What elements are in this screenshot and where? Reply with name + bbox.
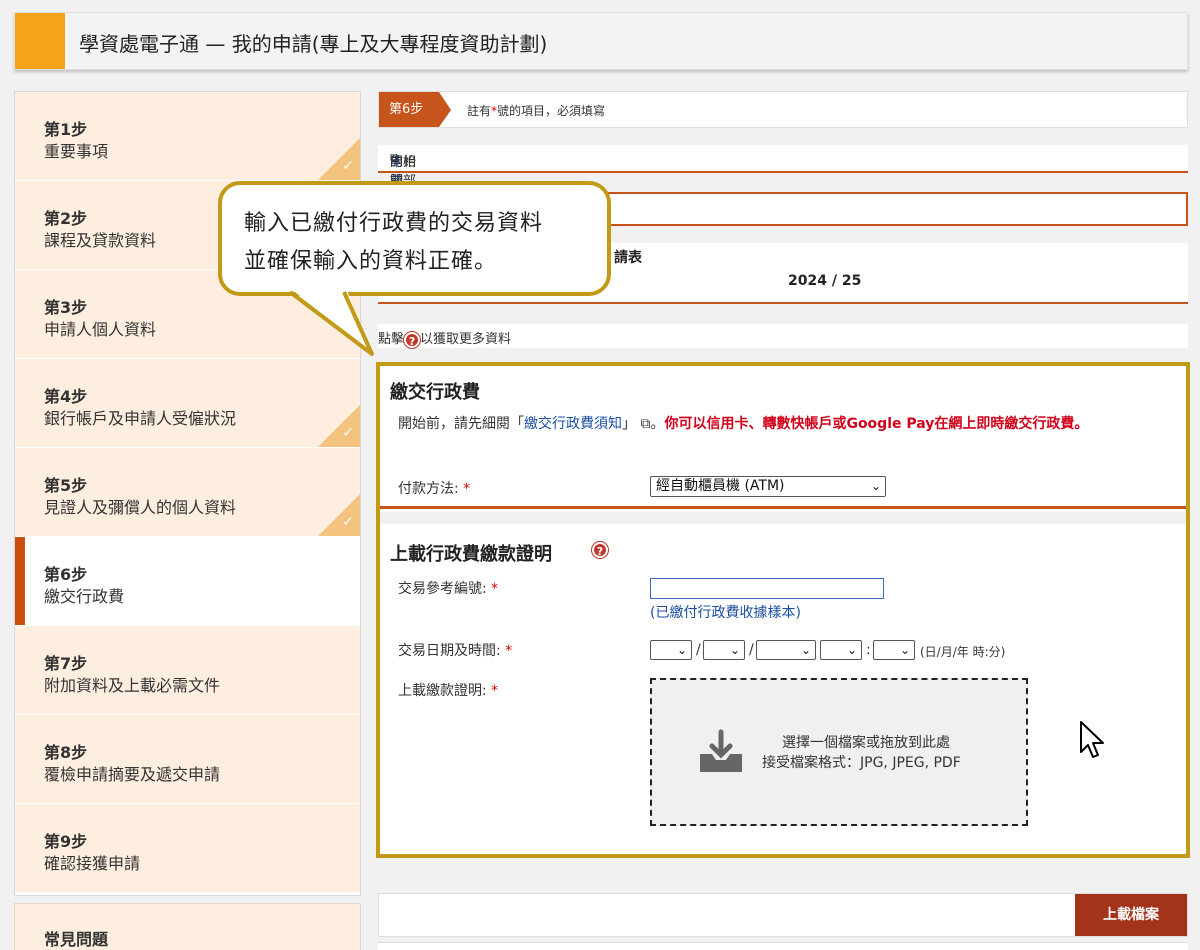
step-number: 第7步 [44, 654, 88, 673]
time-separator: : [866, 642, 871, 658]
sidebar-step-5[interactable]: 第5步 見證人及彌償人的個人資料 ✓ [15, 448, 360, 537]
datetime-label: 交易日期及時間: * [398, 643, 513, 659]
download-tray-icon [700, 729, 742, 772]
bottom-strip [378, 942, 1188, 950]
minute-select[interactable]: ⌄ [873, 640, 915, 660]
step-number: 第6步 [44, 565, 88, 584]
section-heading: 繳交行政費 [390, 382, 480, 403]
step-tag-arrow [439, 92, 451, 127]
step-number: 第5步 [44, 476, 88, 495]
datetime-format-hint: (日/月/年 時:分) [920, 645, 1006, 659]
sidebar-step-7[interactable]: 第7步 附加資料及上載必需文件 [15, 626, 360, 715]
ref-number-label: 交易參考編號: * [398, 581, 499, 597]
callout-tail [288, 288, 374, 356]
step-number: 第4步 [44, 387, 88, 406]
step-banner: 第6步 註有*號的項目，必須填寫 [378, 91, 1188, 128]
date-separator: / [749, 642, 754, 658]
step-name: 確認接獲申請 [44, 854, 141, 873]
faq-label: 常見問題 [44, 930, 109, 949]
mouse-cursor-icon [1080, 721, 1104, 758]
faq-link[interactable]: 常見問題 [14, 903, 361, 950]
chevron-down-icon: ⌄ [846, 643, 857, 657]
step-tag: 第6步 [379, 92, 439, 127]
sidebar-step-1[interactable]: 第1步 重要事項 ✓ [15, 92, 360, 181]
sidebar-step-9[interactable]: 第9步 確認接獲申請 [15, 804, 360, 893]
help-icon[interactable]: ? [592, 542, 608, 558]
callout-line-2: 並確保輸入的資料正確。 [244, 249, 498, 274]
step-name: 重要事項 [44, 142, 109, 161]
step-number: 第8步 [44, 743, 88, 762]
academic-year: 2024 / 25 [788, 273, 862, 289]
check-icon: ✓ [342, 158, 354, 174]
date-separator: / [696, 642, 701, 658]
payment-method-label: 付款方法: * [398, 481, 471, 497]
ref-number-input[interactable] [650, 578, 884, 599]
day-select[interactable]: ⌄ [650, 640, 692, 660]
chevron-down-icon: ⌄ [729, 643, 740, 657]
step-name: 覆檢申請摘要及遞交申請 [44, 765, 221, 784]
accepted-formats: 接受檔案格式：JPG, JPEG, PDF [762, 755, 961, 771]
month-select[interactable]: ⌄ [703, 640, 745, 660]
check-icon: ✓ [342, 514, 354, 530]
external-link-icon: ⧉。 [636, 416, 665, 432]
fee-guide-link[interactable]: 繳交行政費須知 [524, 416, 622, 432]
sidebar-step-8[interactable]: 第8步 覆檢申請摘要及遞交申請 [15, 715, 360, 804]
chevron-down-icon: ⌄ [676, 643, 687, 657]
step-name: 附加資料及上載必需文件 [44, 676, 221, 695]
form-title: 請表 [614, 250, 642, 266]
upload-bar: 上載檔案 [378, 893, 1188, 937]
chevron-down-icon: ⌄ [899, 643, 910, 657]
sidebar-step-6-current[interactable]: 第6步 繳交行政費 [15, 537, 360, 626]
admin-fee-section: 繳交行政費 開始前，請先細閱「繳交行政費須知」 ⧉。你可以信用卡、轉數快帳戶或G… [380, 366, 1186, 509]
info-line: 點擊? 以獲取更多資料 [378, 324, 1188, 348]
drop-instruction: 選擇一個檔案或拖放到此處 [782, 735, 950, 751]
section-heading: 上載行政費繳款證明 [390, 544, 552, 565]
step-name: 繳交行政費 [44, 587, 125, 606]
upload-proof-label: 上載繳款證明: * [398, 683, 499, 699]
online-payment-note: 你可以信用卡、轉數快帳戶或Google Pay在網上即時繳交行政費。 [664, 416, 1089, 432]
admin-fee-panel: 繳交行政費 開始前，請先細閱「繳交行政費須知」 ⧉。你可以信用卡、轉數快帳戶或G… [376, 362, 1190, 858]
required-note: 註有*號的項目，必須填寫 [467, 104, 606, 118]
instruction-callout: 輸入已繳付行政費的交易資料 並確保輸入的資料正確。 [218, 181, 611, 296]
header-accent [15, 13, 65, 69]
step-name: 申請人個人資料 [44, 320, 157, 339]
chevron-down-icon: ⌄ [800, 643, 811, 657]
help-icon[interactable]: ? [404, 332, 421, 348]
app-header: 學資處電子通 — 我的申請(專上及大專程度資助計劃) [14, 12, 1188, 70]
step-number: 第9步 [44, 832, 88, 851]
section-instructions: 開始前，請先細閱「繳交行政費須知」 ⧉。你可以信用卡、轉數快帳戶或Google … [398, 416, 1089, 432]
check-icon: ✓ [342, 425, 354, 441]
guide-notice: 開始前，請先細閱申請指引⧉的相關部分。 [378, 145, 1188, 227]
file-drop-zone[interactable]: 選擇一個檔案或拖放到此處 接受檔案格式：JPG, JPEG, PDF [650, 678, 1028, 826]
year-select[interactable]: ⌄ [756, 640, 816, 660]
payment-method-select[interactable]: 經自動櫃員機 (ATM) ⌄ [650, 476, 886, 497]
receipt-sample-link[interactable]: (已繳付行政費收據樣本) [650, 602, 801, 622]
hour-select[interactable]: ⌄ [820, 640, 862, 660]
step-number: 第2步 [44, 209, 88, 228]
sidebar-step-4[interactable]: 第4步 銀行帳戶及申請人受僱狀況 ✓ [15, 359, 360, 448]
chevron-down-icon: ⌄ [870, 479, 881, 493]
step-name: 銀行帳戶及申請人受僱狀況 [44, 409, 237, 428]
step-name: 課程及貸款資料 [44, 231, 157, 250]
callout-line-1: 輸入已繳付行政費的交易資料 [244, 211, 544, 236]
current-step-indicator [15, 537, 25, 625]
step-number: 第1步 [44, 120, 88, 139]
section-gap [380, 512, 1186, 524]
page-title: 學資處電子通 — 我的申請(專上及大專程度資助計劃) [79, 32, 548, 56]
upload-file-button[interactable]: 上載檔案 [1075, 894, 1187, 936]
step-name: 見證人及彌償人的個人資料 [44, 498, 237, 517]
step-number: 第3步 [44, 298, 88, 317]
